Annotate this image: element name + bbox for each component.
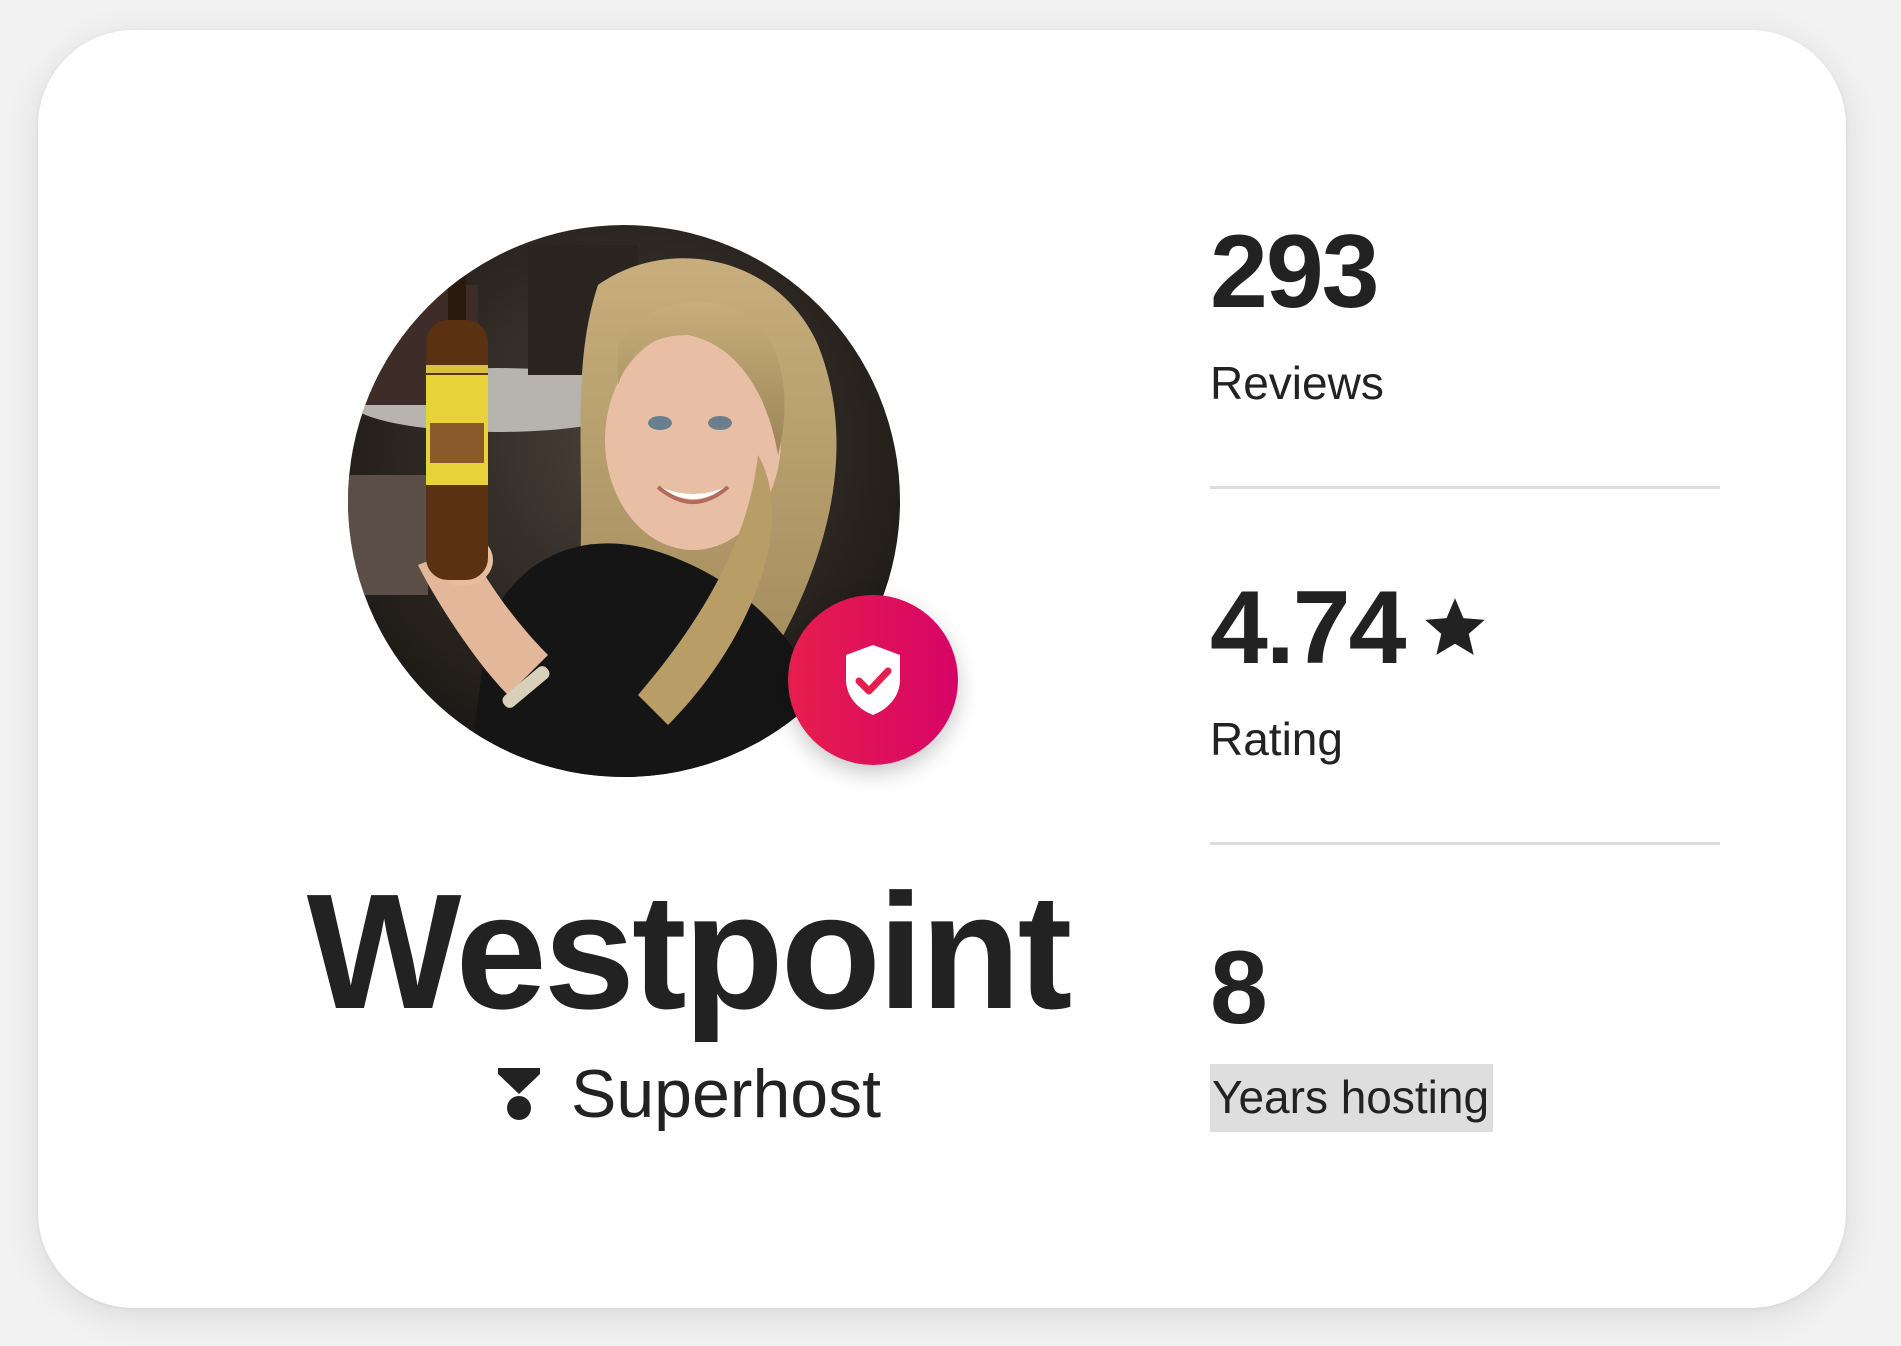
superhost-label: Superhost [571,1056,881,1132]
stat-label: Years hosting [1210,1064,1494,1132]
stat-label: Rating [1210,713,1343,765]
host-stats: 293 Reviews 4.74 Rating 8 Years hosting [1210,30,1720,1308]
stat-reviews[interactable]: 293 Reviews [1210,220,1720,406]
superhost-badge-icon [498,1068,540,1120]
stat-value: 293 [1210,220,1720,324]
rating-value: 4.74 [1210,570,1406,686]
host-name: Westpoint [306,860,1073,1043]
star-icon [1425,598,1486,655]
stat-rating[interactable]: 4.74 Rating [1210,576,1720,762]
stat-divider [1210,486,1720,489]
years-hosting-value: 8 [1210,930,1268,1046]
host-profile-card: Westpoint Superhost 293 Reviews 4.74 Rat… [38,30,1846,1308]
stat-label: Reviews [1210,357,1384,409]
reviews-count: 293 [1210,214,1380,330]
shield-check-icon [846,645,900,715]
host-identity: Westpoint Superhost [38,30,1258,1308]
stat-value: 8 [1210,936,1720,1040]
avatar-container [348,225,958,777]
stat-value: 4.74 [1210,576,1720,680]
stat-years-hosting[interactable]: 8 Years hosting [1210,936,1720,1132]
superhost-status: Superhost [188,1055,1188,1133]
verified-badge [788,595,958,765]
stat-divider [1210,842,1720,845]
